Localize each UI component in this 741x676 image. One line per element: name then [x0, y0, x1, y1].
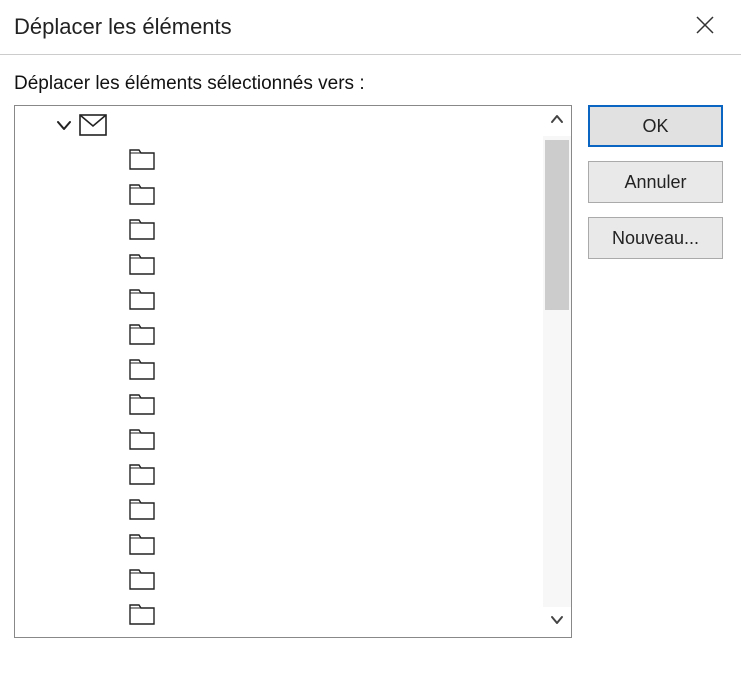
- prompt-label: Déplacer les éléments sélectionnés vers …: [14, 73, 727, 95]
- tree-folder-item[interactable]: [129, 529, 539, 564]
- tree-folder-item[interactable]: [129, 319, 539, 354]
- tree-folder-item[interactable]: [129, 144, 539, 179]
- main-row: OK Annuler Nouveau...: [14, 105, 727, 638]
- scroll-track[interactable]: [543, 136, 571, 607]
- scroll-down-button[interactable]: [543, 607, 571, 637]
- tree-folder-item[interactable]: [129, 459, 539, 494]
- folder-icon: [129, 322, 155, 351]
- chevron-down-icon: [550, 613, 564, 632]
- folder-icon: [129, 287, 155, 316]
- tree-folder-item[interactable]: [129, 354, 539, 389]
- tree-folder-item[interactable]: [129, 249, 539, 284]
- dialog-title: Déplacer les éléments: [14, 14, 232, 40]
- folder-icon: [129, 567, 155, 596]
- new-button[interactable]: Nouveau...: [588, 217, 723, 259]
- close-button[interactable]: [685, 7, 725, 47]
- tree-folder-item[interactable]: [129, 214, 539, 249]
- tree-folder-item[interactable]: [129, 389, 539, 424]
- ok-button[interactable]: OK: [588, 105, 723, 147]
- folder-tree: [14, 105, 572, 638]
- folder-icon: [129, 462, 155, 491]
- cancel-button[interactable]: Annuler: [588, 161, 723, 203]
- dialog-content: Déplacer les éléments sélectionnés vers …: [0, 55, 741, 652]
- folder-icon: [129, 217, 155, 246]
- tree-viewport: [15, 106, 543, 637]
- button-panel: OK Annuler Nouveau...: [588, 105, 723, 259]
- new-button-label: Nouveau...: [612, 228, 699, 249]
- scroll-up-button[interactable]: [543, 106, 571, 136]
- chevron-down-icon: [55, 116, 73, 139]
- folder-icon: [129, 147, 155, 176]
- close-icon: [696, 16, 714, 39]
- folder-icon: [129, 357, 155, 386]
- folder-icon: [129, 427, 155, 456]
- folder-icon: [129, 497, 155, 526]
- folder-icon: [129, 182, 155, 211]
- scroll-thumb[interactable]: [545, 140, 569, 310]
- tree-folder-item[interactable]: [129, 564, 539, 599]
- tree-folder-item[interactable]: [129, 599, 539, 634]
- ok-button-label: OK: [642, 116, 668, 137]
- folder-icon: [129, 252, 155, 281]
- tree-folder-item[interactable]: [129, 424, 539, 459]
- mail-icon: [79, 114, 107, 141]
- cancel-button-label: Annuler: [624, 172, 686, 193]
- chevron-up-icon: [550, 112, 564, 131]
- scrollbar[interactable]: [543, 106, 571, 637]
- tree-folder-item[interactable]: [129, 284, 539, 319]
- folder-children: [129, 144, 539, 634]
- folder-icon: [129, 602, 155, 631]
- folder-icon: [129, 392, 155, 421]
- titlebar: Déplacer les éléments: [0, 0, 741, 55]
- tree-root-item[interactable]: [55, 112, 539, 142]
- folder-icon: [129, 532, 155, 561]
- tree-folder-item[interactable]: [129, 494, 539, 529]
- tree-folder-item[interactable]: [129, 179, 539, 214]
